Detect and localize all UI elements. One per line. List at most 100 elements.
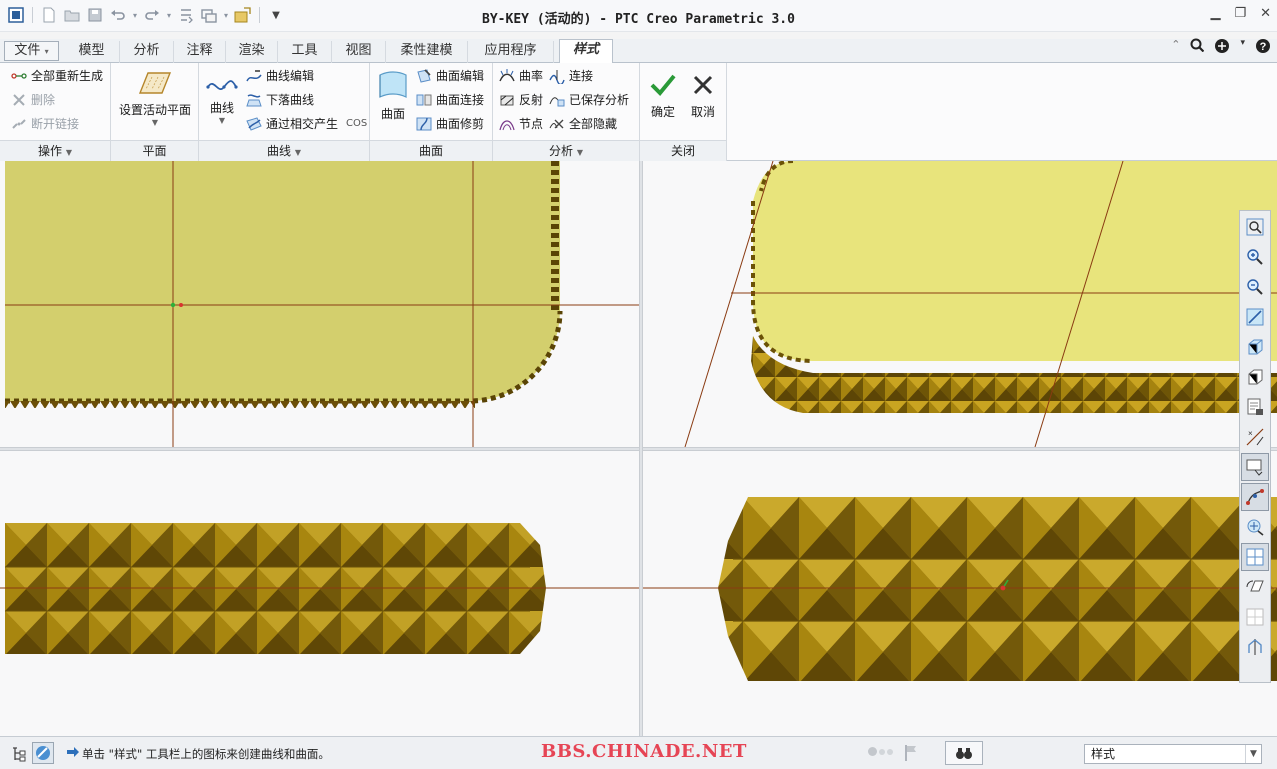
display-style-icon[interactable] [1241,333,1269,361]
title-bar: ▾ ▾ ▾ ▼ BY-KEY (活动的) - PTC Creo Parametr… [0,0,1277,32]
tab-annotate[interactable]: 注释 [174,41,226,63]
tab-file[interactable]: 文件 ▾ [4,41,59,61]
group-close-label: 关闭 [640,140,726,161]
break-link-button[interactable]: 断开链接 [11,113,79,135]
group-analysis-label[interactable]: 分析 ▼ [493,140,639,161]
surface-edit-button[interactable]: 曲面编辑 [416,65,484,87]
group-plane-label: 平面 [111,140,198,161]
search-icon[interactable] [1190,38,1205,58]
view-manager-icon[interactable] [1241,393,1269,421]
intersect-curve-button[interactable]: 通过相交产生 COS [246,113,367,135]
curve-edit-icon [246,68,262,84]
plane-orient-icon[interactable] [1241,573,1269,601]
surface-trim-label: 曲面修剪 [436,117,485,131]
viewport-top-right[interactable] [643,161,1277,447]
perspective-view-model [684,161,1277,447]
regenerate-all-button[interactable]: 全部重新生成 [11,65,103,87]
ok-label: 确定 [650,105,675,119]
group-curves: 曲线 ▼ 曲线编辑 下落曲线 通过相交产生 COS 曲线 ▼ [199,63,370,161]
zoom-in-icon[interactable] [1241,243,1269,271]
message-arrow-icon [66,746,80,761]
set-active-plane-dropdown-icon: ▼ [151,118,159,127]
tab-flexible-modeling[interactable]: 柔性建模 [386,41,468,63]
tab-view[interactable]: 视图 [332,41,386,63]
hide-all-button[interactable]: 全部隐藏 [549,113,617,135]
curvature-button[interactable]: 曲率 [499,65,543,87]
zoom-out-icon[interactable] [1241,273,1269,301]
model-tree-toggle-icon[interactable] [10,745,28,766]
annotation-display-icon[interactable] [1241,453,1269,481]
group-operations-label[interactable]: 操作 ▼ [0,140,110,161]
help-icon[interactable]: ? [1255,38,1271,58]
close-icon[interactable]: ✕ [1260,6,1271,21]
binoculars-icon [956,748,972,759]
drop-curve-button[interactable]: 下落曲线 [246,89,314,111]
selection-filter-value: 样式 [1091,747,1116,761]
curvature-icon [499,68,515,84]
tab-model[interactable]: 模型 [64,41,120,63]
surface-label: 曲面 [380,107,405,121]
chevron-down-icon: ▼ [1245,745,1261,763]
surface-button[interactable]: 曲面 [374,69,412,122]
tab-render[interactable]: 渲染 [226,41,278,63]
front-view-model [0,523,639,654]
mirror-view-icon[interactable] [1241,633,1269,661]
set-active-plane-label: 设置活动平面 [118,103,191,117]
tab-analysis[interactable]: 分析 [120,41,174,63]
tab-tools[interactable]: 工具 [278,41,332,63]
ok-button[interactable]: 确定 [645,71,681,120]
viewport-bottom-left[interactable] [0,451,639,736]
datum-display-icon[interactable]: × [1241,423,1269,451]
curve-display-icon[interactable] [1241,483,1269,511]
node-button[interactable]: 节点 [499,113,543,135]
curve-edit-button[interactable]: 曲线编辑 [246,65,314,87]
delete-button[interactable]: 删除 [11,89,55,111]
community-dropdown-icon[interactable]: ▾ [1240,38,1245,58]
active-plane-icon [138,69,172,97]
repaint-icon[interactable] [1241,303,1269,331]
saved-analysis-button[interactable]: 已保存分析 [549,89,629,111]
surface-edit-label: 曲面编辑 [436,69,485,83]
set-active-plane-button[interactable]: 设置活动平面 ▼ [115,69,195,127]
grid-display-icon[interactable] [1241,543,1269,571]
window-title: BY-KEY (活动的) - PTC Creo Parametric 3.0 [482,12,795,27]
selection-filter-dropdown[interactable]: 样式 ▼ [1084,744,1262,764]
cos-label[interactable]: COS [346,113,367,135]
curvature-label: 曲率 [519,69,544,83]
viewport-top-left[interactable] [0,161,639,447]
reflect-button[interactable]: 反射 [499,89,543,111]
saved-orientations-icon[interactable] [1241,363,1269,391]
minimize-ribbon-icon[interactable]: ⌃ [1171,38,1180,58]
curve-label: 曲线 [209,101,234,115]
restore-icon[interactable]: ❐ [1234,6,1246,21]
spin-center-icon[interactable] [1241,513,1269,541]
browser-toggle-icon[interactable] [32,742,54,764]
community-icon[interactable] [1214,38,1230,58]
tab-applications[interactable]: 应用程序 [468,41,554,63]
surface-icon [376,69,410,101]
hide-all-label: 全部隐藏 [569,117,618,131]
ok-check-icon [649,71,677,99]
group-surfaces-label: 曲面 [370,140,492,161]
minimize-icon[interactable]: ▁ [1210,6,1220,21]
surface-connect-button[interactable]: 曲面连接 [416,89,484,111]
flag-icon[interactable] [904,744,918,765]
disabled-grid-icon [1241,603,1269,631]
tab-style[interactable]: 样式 [559,39,613,64]
regenerate-all-icon [11,68,27,84]
status-message: 单击 "样式" 工具栏上的图标来创建曲线和曲面。 [82,747,330,761]
cancel-button[interactable]: 取消 [685,71,721,120]
curve-dropdown-icon: ▼ [218,116,226,125]
viewport-vertical-splitter[interactable] [639,161,643,736]
surface-trim-button[interactable]: 曲面修剪 [416,113,484,135]
cancel-label: 取消 [690,105,715,119]
group-close: 确定 取消 关闭 [640,63,727,161]
find-button[interactable] [945,741,983,765]
viewport-bottom-right[interactable] [643,451,1277,736]
refit-icon[interactable] [1241,213,1269,241]
svg-text:?: ? [1260,41,1267,53]
group-curves-label[interactable]: 曲线 ▼ [199,140,369,161]
curve-button[interactable]: 曲线 ▼ [203,75,241,125]
connect-analysis-button[interactable]: 连接 [549,65,593,87]
drop-curve-label: 下落曲线 [266,93,315,107]
